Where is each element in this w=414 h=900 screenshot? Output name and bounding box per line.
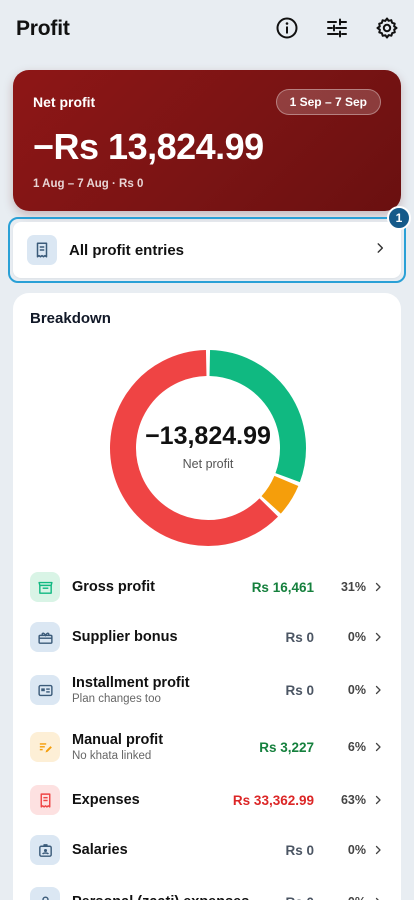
donut-slice-gross-profit [209,350,306,483]
chevron-right-icon [368,581,384,593]
row-amount: Rs 0 [285,682,314,698]
breakdown-title: Breakdown [30,310,111,327]
chevron-right-icon [368,631,384,643]
chevron-right-icon [368,844,384,856]
card-icon [30,675,60,705]
breakdown-card: Breakdown −13,824.99 Net profit Gross pr… [13,293,401,900]
row-label: Salaries [72,842,128,858]
row-subtitle: No khata linked [72,750,152,762]
row-text: Personal (zaati) expenses [72,894,285,900]
step-badge: 1 [387,206,411,230]
row-subtitle: Plan changes too [72,693,161,705]
row-percent: 6% [347,740,366,754]
header-actions [274,15,400,41]
row-amount: Rs 16,461 [251,579,314,595]
chevron-right-icon [368,896,384,900]
row-percent: 63% [340,793,366,807]
id-badge-icon [30,835,60,865]
gift-icon [30,622,60,652]
row-label: Expenses [72,792,140,808]
donut-slice-expenses [110,350,279,546]
row-percent: 0% [322,895,366,900]
gear-icon[interactable] [374,15,400,41]
chevron-right-icon [368,741,384,753]
chevron-right-icon [368,684,384,696]
row-amount: Rs 0 [285,629,314,645]
net-profit-value: −Rs 13,824.99 [33,126,264,167]
breakdown-row-supplier-bonus[interactable]: Supplier bonus Rs 0 0% [13,613,401,661]
app-header: Profit [0,0,414,58]
row-text: Installment profit Plan changes too [72,675,285,705]
row-text: Gross profit [72,579,252,595]
row-percent: 31% [340,580,366,594]
row-label: Supplier bonus [72,629,178,645]
net-profit-card: Net profit 1 Sep – 7 Sep −Rs 13,824.99 1… [13,70,401,211]
all-profit-entries-button[interactable]: All profit entries [13,222,401,278]
chevron-right-icon [373,241,387,260]
row-text: Salaries [72,842,285,858]
row-label: Personal (zaati) expenses [72,894,285,900]
info-icon[interactable] [274,15,300,41]
row-amount: Rs 0 [285,895,314,900]
row-label: Installment profit [72,675,190,691]
row-percent: 0% [347,683,366,697]
row-label: Manual profit [72,732,164,748]
store-icon [30,572,60,602]
previous-period-text: 1 Aug – 7 Aug · Rs 0 [33,178,144,190]
row-amount: Rs 33,362.99 [232,792,314,808]
receipt-icon [30,785,60,815]
row-amount: Rs 0 [285,842,314,858]
person-icon [30,887,60,900]
edit-icon [30,732,60,762]
breakdown-row-installment-profit[interactable]: Installment profit Plan changes too Rs 0 0% [13,666,401,714]
date-range-button[interactable]: 1 Sep – 7 Sep [275,89,381,115]
page-title: Profit [16,17,70,40]
row-text: Expenses [72,792,233,808]
row-label: Gross profit [72,579,155,595]
donut-chart [110,350,306,546]
breakdown-row-salaries[interactable]: Salaries Rs 0 0% [13,826,401,874]
row-text: Manual profit No khata linked [72,732,259,762]
donut-slice-manual-profit [261,475,299,514]
breakdown-row-personal-zaati-expenses[interactable]: Personal (zaati) expensesRs 0 0% [13,878,401,900]
breakdown-row-gross-profit[interactable]: Gross profit Rs 16,461 31% [13,563,401,611]
chevron-right-icon [368,794,384,806]
breakdown-row-expenses[interactable]: Expenses Rs 33,362.99 63% [13,776,401,824]
receipt-list-icon [27,235,57,265]
sliders-icon[interactable] [324,15,350,41]
row-percent: 0% [347,630,366,644]
breakdown-row-manual-profit[interactable]: Manual profit No khata linked Rs 3,227 6% [13,723,401,771]
row-amount: Rs 3,227 [259,739,314,755]
row-text: Supplier bonus [72,629,285,645]
row-percent: 0% [347,843,366,857]
entries-label: All profit entries [69,241,185,259]
net-profit-label: Net profit [33,94,96,110]
